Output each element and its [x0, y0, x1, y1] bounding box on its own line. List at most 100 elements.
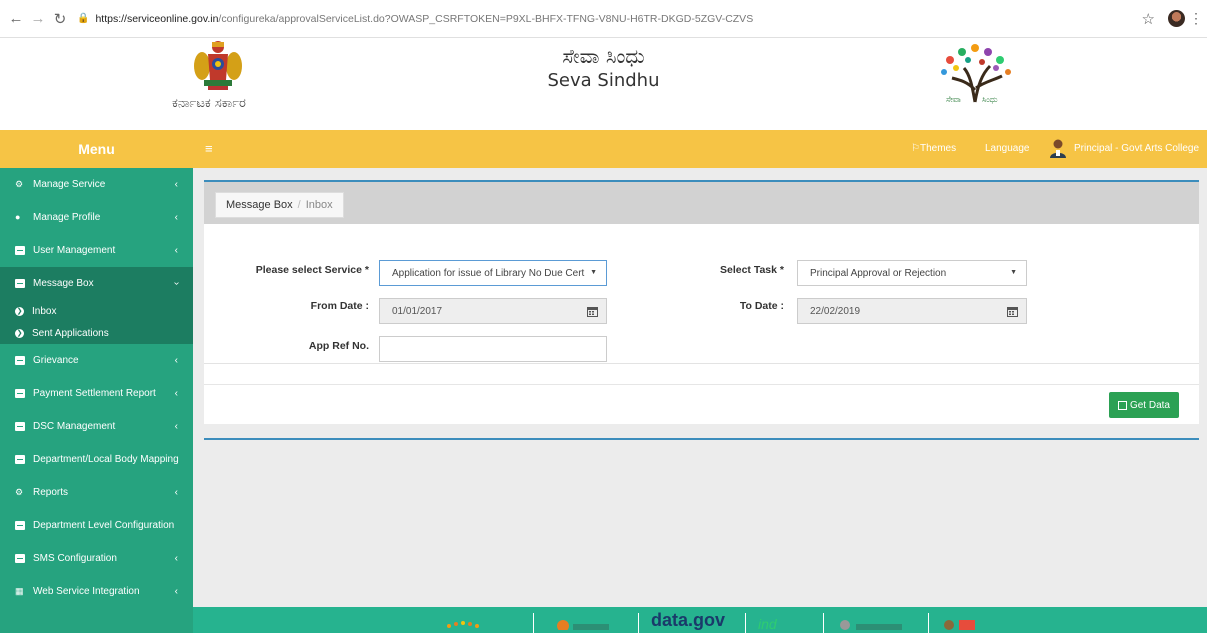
- user-avatar-icon[interactable]: [1049, 138, 1067, 158]
- square-icon: [15, 279, 25, 288]
- dropdown-arrow-icon: ▼: [1010, 269, 1017, 276]
- to-date-label: To Date :: [739, 300, 784, 312]
- chevron-left-icon: ‹: [174, 179, 178, 190]
- sidebar-item-sms-configuration[interactable]: SMS Configuration ‹: [0, 542, 193, 575]
- footer-separator: [745, 613, 746, 633]
- partner-logo-2[interactable]: [555, 616, 615, 630]
- user-menu[interactable]: Principal - Govt Arts College: [1074, 143, 1199, 154]
- sidebar-subitem-sent-applications[interactable]: ❯ Sent Applications: [0, 322, 193, 344]
- from-date-field[interactable]: 01/01/2017: [379, 298, 607, 324]
- sidebar-item-label: Payment Settlement Report: [33, 388, 156, 399]
- map-icon: ▦: [15, 586, 24, 596]
- chevron-left-icon: ‹: [174, 245, 178, 256]
- app-ref-input[interactable]: [379, 336, 607, 362]
- partner-logo-3[interactable]: ind: [758, 616, 798, 630]
- task-select-value: Principal Approval or Rejection: [810, 267, 947, 279]
- from-date-label: From Date :: [310, 300, 369, 312]
- sidebar-subitem-inbox[interactable]: ❯ Inbox: [0, 300, 193, 322]
- footer-separator: [638, 613, 639, 633]
- square-icon: [15, 521, 25, 530]
- url-path: /configureka/approvalServiceList.do?OWAS…: [218, 12, 754, 25]
- to-date-field[interactable]: 22/02/2019: [797, 298, 1027, 324]
- sidebar: ⚙ Manage Service ‹ ● Manage Profile ‹ Us…: [0, 168, 193, 633]
- sidebar-item-message-box[interactable]: Message Box ‹: [0, 267, 193, 300]
- calendar-icon[interactable]: [587, 306, 598, 317]
- cogs-icon: ⚙: [15, 487, 24, 497]
- browser-toolbar: ← → ↻ 🔒 https://serviceonline.gov.in/con…: [0, 0, 1207, 38]
- breadcrumb-bar: Message Box / Inbox: [204, 182, 1199, 224]
- arrow-circle-icon: ❯: [15, 306, 24, 316]
- sidebar-subitem-label: Sent Applications: [32, 327, 109, 339]
- data-gov-logo[interactable]: data.gov: [651, 610, 725, 631]
- cogs-icon: ⚙: [15, 179, 24, 189]
- language-link[interactable]: Language: [985, 143, 1030, 154]
- footer-separator: [823, 613, 824, 633]
- sidebar-item-label: Grievance: [33, 355, 79, 366]
- square-icon: [15, 422, 25, 431]
- chevron-down-icon: ‹: [170, 281, 182, 286]
- task-label: Select Task *: [719, 264, 784, 276]
- bookmark-star-icon[interactable]: ☆: [1142, 10, 1155, 28]
- breadcrumb-root[interactable]: Message Box: [226, 199, 293, 211]
- emblem-caption: ಕರ್ನಾಟಕ ಸರ್ಕಾರ: [172, 96, 246, 111]
- sidebar-item-manage-profile[interactable]: ● Manage Profile ‹: [0, 201, 193, 234]
- address-bar[interactable]: https://serviceonline.gov.in/configureka…: [95, 13, 753, 25]
- breadcrumb: Message Box / Inbox: [215, 192, 344, 218]
- square-icon: [15, 455, 25, 464]
- from-date-value: 01/01/2017: [392, 305, 443, 317]
- sidebar-item-department-level-configuration[interactable]: Department Level Configuration: [0, 509, 193, 542]
- calendar-icon[interactable]: [1007, 306, 1018, 317]
- chevron-left-icon: ‹: [174, 212, 178, 223]
- square-icon: [15, 246, 25, 255]
- square-icon: [15, 356, 25, 365]
- reload-icon[interactable]: ↻: [49, 8, 71, 30]
- sidebar-subitem-label: Inbox: [32, 305, 57, 317]
- svg-text:ಸೇವಾ: ಸೇವಾ: [946, 95, 961, 104]
- site-footer: data.gov ind: [193, 607, 1207, 633]
- service-select[interactable]: Application for issue of Library No Due …: [379, 260, 607, 286]
- form-actions: Get Data: [204, 384, 1199, 424]
- search-form: Please select Service * Application for …: [204, 224, 1199, 384]
- sidebar-item-label: Manage Service: [33, 179, 106, 190]
- sidebar-item-user-management[interactable]: User Management ‹: [0, 234, 193, 267]
- sidebar-item-dsc-management[interactable]: DSC Management ‹: [0, 410, 193, 443]
- browser-profile-avatar[interactable]: [1168, 10, 1185, 27]
- chevron-left-icon: ‹: [174, 487, 178, 498]
- sidebar-submenu: ❯ Inbox ❯ Sent Applications: [0, 300, 193, 344]
- partner-logo-5[interactable]: [943, 616, 983, 630]
- chevron-left-icon: ‹: [174, 553, 178, 564]
- square-icon: [15, 554, 25, 563]
- sidebar-item-label: Manage Profile: [33, 212, 101, 223]
- service-label: Please select Service *: [255, 264, 369, 276]
- chevron-left-icon: ‹: [174, 355, 178, 366]
- panel-bottom-border: [204, 438, 1199, 440]
- sidebar-item-web-service-integration[interactable]: ▦ Web Service Integration ‹: [0, 575, 193, 608]
- sidebar-item-reports[interactable]: ⚙ Reports ‹: [0, 476, 193, 509]
- svg-text:ind: ind: [758, 616, 778, 630]
- lock-icon[interactable]: 🔒: [77, 13, 89, 24]
- flag-icon: ⚐: [911, 143, 920, 154]
- sidebar-item-payment-settlement-report[interactable]: Payment Settlement Report ‹: [0, 377, 193, 410]
- themes-link[interactable]: ⚐Themes: [911, 143, 956, 154]
- sidebar-item-department-local-body-mapping[interactable]: Department/Local Body Mapping: [0, 443, 193, 476]
- hamburger-icon[interactable]: ≡: [205, 141, 213, 156]
- get-data-button[interactable]: Get Data: [1108, 392, 1179, 418]
- chevron-left-icon: ‹: [174, 388, 178, 399]
- sidebar-item-label: SMS Configuration: [33, 553, 117, 564]
- browser-menu-icon[interactable]: ⋮: [1189, 10, 1203, 27]
- menu-title: Menu: [0, 130, 193, 168]
- get-data-label: Get Data: [1129, 399, 1170, 411]
- forward-arrow-icon[interactable]: →: [27, 8, 49, 30]
- sidebar-item-label: Reports: [33, 487, 69, 498]
- partner-logo-1[interactable]: [443, 616, 483, 630]
- partner-logo-4[interactable]: [838, 616, 908, 630]
- breadcrumb-separator: /: [297, 199, 301, 211]
- sidebar-item-grievance[interactable]: Grievance ‹: [0, 344, 193, 377]
- task-select[interactable]: Principal Approval or Rejection ▼: [797, 260, 1027, 286]
- service-select-value: Application for issue of Library No Due …: [392, 267, 585, 279]
- back-arrow-icon[interactable]: ←: [5, 8, 27, 30]
- chevron-left-icon: ‹: [174, 586, 178, 597]
- sidebar-item-manage-service[interactable]: ⚙ Manage Service ‹: [0, 168, 193, 201]
- to-date-value: 22/02/2019: [810, 305, 861, 317]
- arrow-circle-icon: ❯: [15, 328, 24, 338]
